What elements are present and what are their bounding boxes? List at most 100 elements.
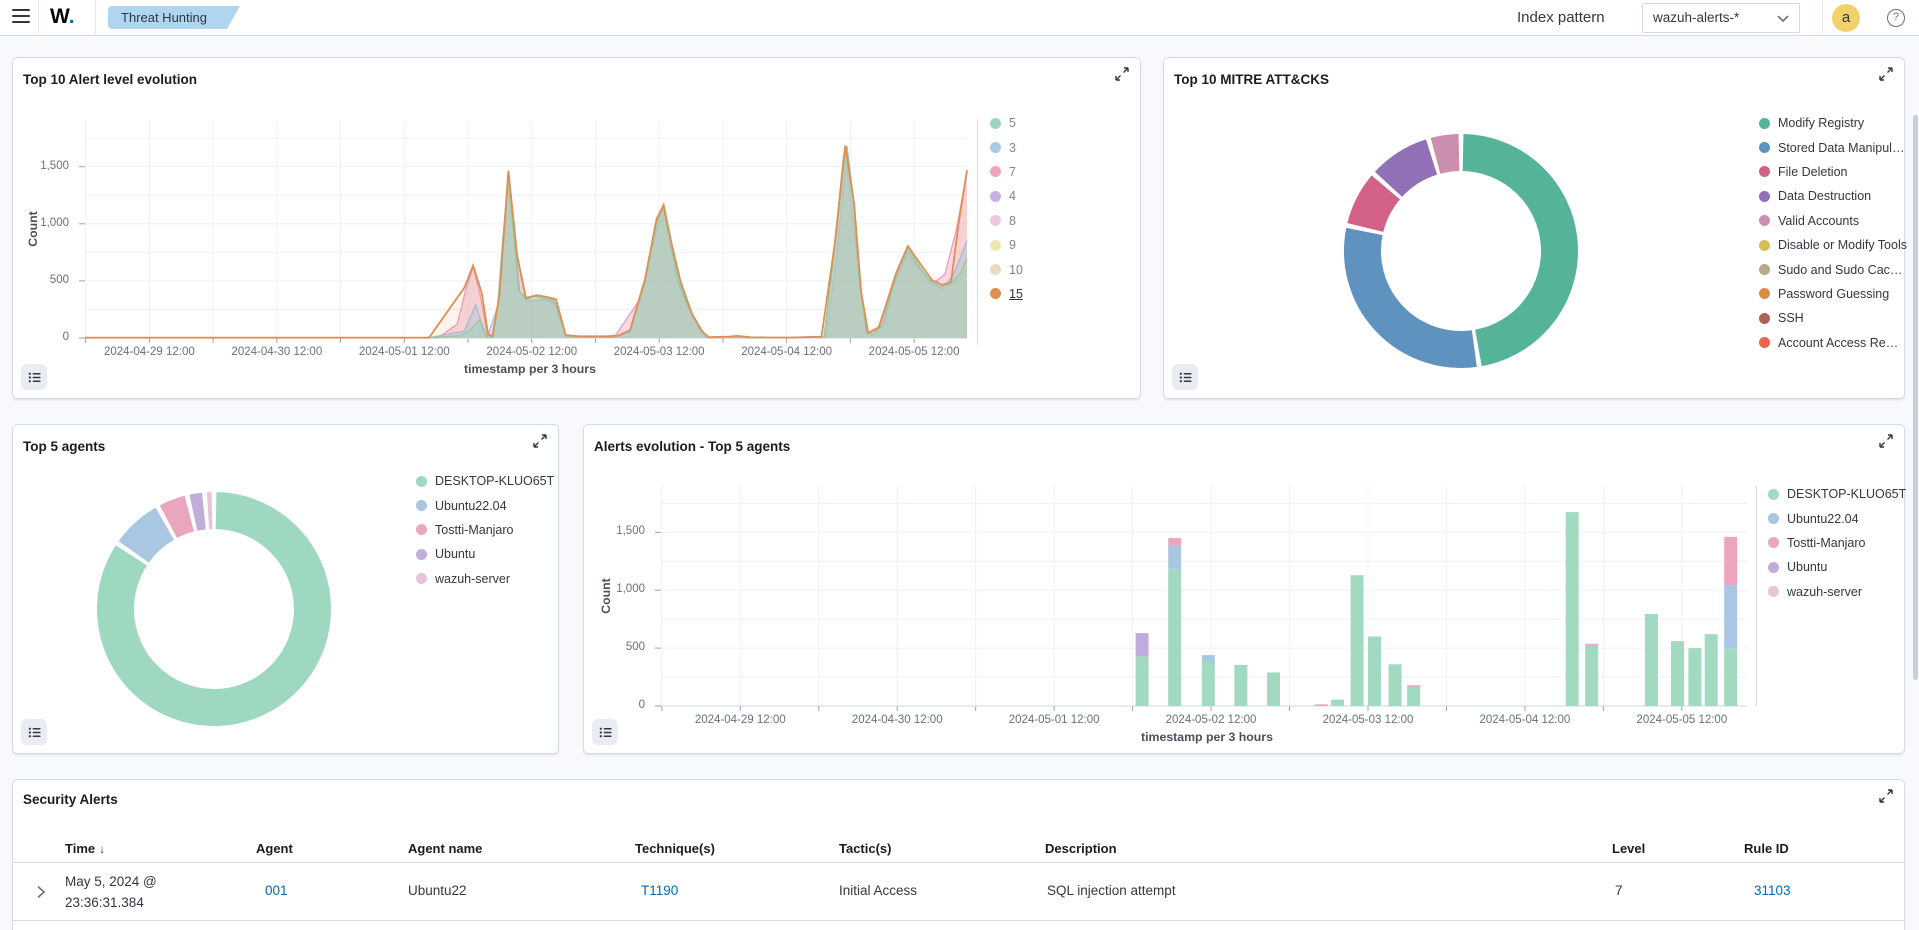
legend-swatch-icon <box>1768 537 1779 548</box>
help-icon[interactable]: ? <box>1887 9 1905 27</box>
panel-title: Security Alerts <box>23 792 118 807</box>
column-header-rule-id[interactable]: Rule ID <box>1744 841 1789 856</box>
legend-item[interactable]: DESKTOP-KLUO65T <box>1768 482 1906 506</box>
legend-toggle-button[interactable] <box>21 719 47 745</box>
legend-label: Sudo and Sudo Cac… <box>1778 263 1902 277</box>
legend-item[interactable]: Ubuntu22.04 <box>1768 506 1906 530</box>
index-pattern-label: Index pattern <box>1517 9 1605 26</box>
legend-item[interactable]: Modify Registry <box>1759 111 1907 135</box>
expand-icon[interactable] <box>532 433 548 449</box>
menu-icon[interactable] <box>12 9 30 26</box>
legend-item[interactable]: Ubuntu <box>416 542 554 566</box>
column-header-agent[interactable]: Agent <box>256 841 293 856</box>
legend-item[interactable]: Disable or Modify Tools <box>1759 233 1907 257</box>
index-pattern-value: wazuh-alerts-* <box>1653 10 1739 25</box>
legend-label: Ubuntu <box>435 547 475 561</box>
y-axis-tick-label: 1,000 <box>601 583 645 595</box>
expand-icon[interactable] <box>1878 433 1894 449</box>
legend-label: Modify Registry <box>1778 116 1864 130</box>
legend-item[interactable]: 3 <box>990 135 1023 159</box>
x-axis-title: timestamp per 3 hours <box>85 362 975 376</box>
expand-icon[interactable] <box>1878 788 1894 804</box>
legend-item[interactable]: Ubuntu <box>1768 555 1906 579</box>
legend-label: 10 <box>1009 263 1023 277</box>
cell-agent-link[interactable]: 001 <box>265 883 288 898</box>
top-navigation-bar: W. Threat Hunting Index pattern wazuh-al… <box>0 0 1919 36</box>
legend-item[interactable]: Valid Accounts <box>1759 209 1907 233</box>
legend-toggle-button[interactable] <box>21 364 47 390</box>
x-axis-tick-label: 2024-05-04 12:00 <box>1470 714 1580 726</box>
legend-item[interactable]: 4 <box>990 184 1023 208</box>
cell-rule-id-link[interactable]: 31103 <box>1754 883 1791 898</box>
column-header-description[interactable]: Description <box>1045 841 1117 856</box>
x-axis-tick-label: 2024-05-03 12:00 <box>604 346 714 358</box>
panel-security-alerts: Security Alerts Time↓ Agent Agent name T… <box>12 779 1905 930</box>
x-axis-tick-label: 2024-04-29 12:00 <box>685 714 795 726</box>
column-header-agent-name[interactable]: Agent name <box>408 841 482 856</box>
mitre-legend: Modify Registry Stored Data Manipul…File … <box>1759 111 1907 355</box>
legend-item[interactable]: 10 <box>990 257 1023 281</box>
cell-technique-link[interactable]: T1190 <box>641 883 678 898</box>
legend-label: 9 <box>1009 238 1016 252</box>
y-axis-tick-label: 0 <box>601 699 645 711</box>
legend-item[interactable]: Sudo and Sudo Cac… <box>1759 257 1907 281</box>
legend-item[interactable]: Account Access Re… <box>1759 331 1907 355</box>
legend-item[interactable]: 7 <box>990 160 1023 184</box>
wazuh-logo[interactable]: W. <box>50 5 75 29</box>
chevron-down-icon <box>1777 15 1789 23</box>
scrollbar[interactable] <box>1913 115 1918 680</box>
legend-item[interactable]: wazuh-server <box>1768 580 1906 604</box>
legend-item[interactable]: Tostti-Manjaro <box>416 518 554 542</box>
index-pattern-select[interactable]: wazuh-alerts-* <box>1642 3 1800 33</box>
column-header-level[interactable]: Level <box>1612 841 1645 856</box>
y-axis-tick-label: 500 <box>601 641 645 653</box>
expand-icon[interactable] <box>1114 66 1130 82</box>
column-header-time[interactable]: Time↓ <box>65 841 105 856</box>
legend-item[interactable]: Stored Data Manipul… <box>1759 135 1907 159</box>
panel-title: Top 5 agents <box>23 439 105 454</box>
legend-label: Account Access Re… <box>1778 336 1898 350</box>
legend-item[interactable]: 8 <box>990 209 1023 233</box>
mitre-donut-chart[interactable] <box>1341 131 1581 371</box>
user-avatar[interactable]: a <box>1832 4 1860 32</box>
legend-item[interactable]: Data Destruction <box>1759 184 1907 208</box>
legend-item[interactable]: 15 <box>990 282 1023 306</box>
legend-label: 8 <box>1009 214 1016 228</box>
x-axis-tick-label: 2024-05-03 12:00 <box>1313 714 1423 726</box>
legend-item[interactable]: wazuh-server <box>416 567 554 591</box>
agents-donut-chart[interactable] <box>94 489 334 729</box>
column-header-techniques[interactable]: Technique(s) <box>635 841 715 856</box>
alerts-evolution-bar-chart[interactable] <box>653 486 1755 715</box>
x-axis-tick-label: 2024-05-01 12:00 <box>999 714 1109 726</box>
column-header-tactics[interactable]: Tactic(s) <box>839 841 892 856</box>
panel-title: Alerts evolution - Top 5 agents <box>594 439 790 454</box>
legend-item[interactable]: Password Guessing <box>1759 282 1907 306</box>
legend-item[interactable]: SSH <box>1759 306 1907 330</box>
breadcrumb[interactable]: Threat Hunting <box>108 6 227 29</box>
legend-item[interactable]: Ubuntu22.04 <box>416 493 554 517</box>
legend-swatch-icon <box>1759 313 1770 324</box>
legend-item[interactable]: DESKTOP-KLUO65T <box>416 469 554 493</box>
panel-mitre-attacks: Top 10 MITRE ATT&CKS Modify RegistryStor… <box>1163 57 1905 399</box>
divider <box>38 0 39 36</box>
divider <box>95 0 96 36</box>
legend-swatch-icon <box>990 288 1001 299</box>
legend-item[interactable]: 9 <box>990 233 1023 257</box>
panel-top-agents: Top 5 agents DESKTOP-KLUO65TUbuntu22.04T… <box>12 424 559 754</box>
cell-description: SQL injection attempt <box>1047 883 1176 898</box>
legend-swatch-icon <box>1768 513 1779 524</box>
legend-item[interactable]: Tostti-Manjaro <box>1768 531 1906 555</box>
expand-icon[interactable] <box>1878 66 1894 82</box>
legend-swatch-icon <box>1759 337 1770 348</box>
list-icon <box>27 725 42 740</box>
legend-item[interactable]: File Deletion <box>1759 160 1907 184</box>
cell-tactic: Initial Access <box>839 883 917 898</box>
alert-level-area-chart[interactable] <box>77 121 975 347</box>
expand-row-icon[interactable] <box>33 884 49 900</box>
legend-label: 7 <box>1009 165 1016 179</box>
legend-toggle-button[interactable] <box>1172 364 1198 390</box>
legend-toggle-button[interactable] <box>592 719 618 745</box>
legend-label: 5 <box>1009 116 1016 130</box>
legend-item[interactable]: 5 <box>990 111 1023 135</box>
legend-swatch-icon <box>990 166 1001 177</box>
